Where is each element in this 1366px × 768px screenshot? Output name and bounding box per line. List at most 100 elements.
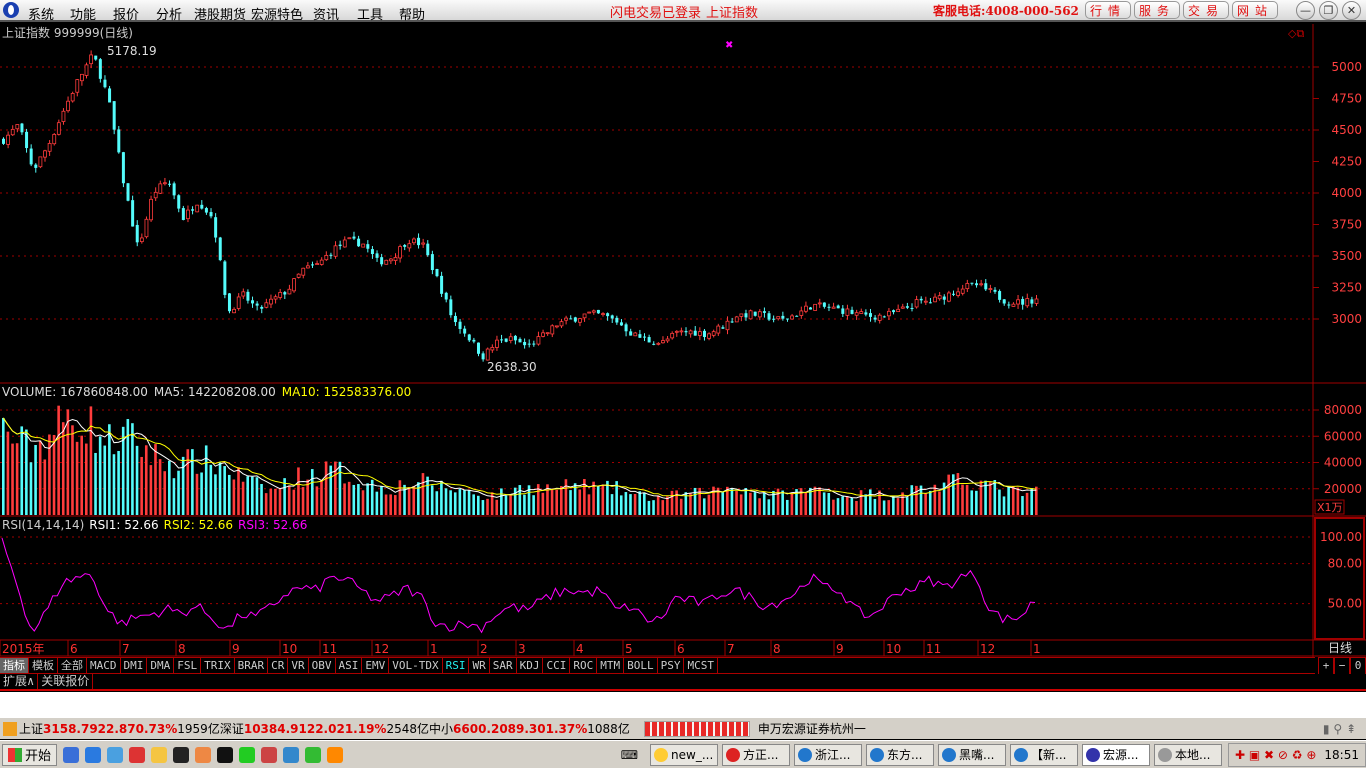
tab-dma[interactable]: DMA: [147, 658, 175, 673]
keyboard-icon[interactable]: ⌨: [621, 748, 638, 762]
top-button-3[interactable]: 网站: [1232, 1, 1279, 19]
date-tick-label: 2015年: [2, 642, 45, 656]
tab-mtm[interactable]: MTM: [597, 658, 625, 673]
tab-trix[interactable]: TRIX: [201, 658, 235, 673]
tab-fsl[interactable]: FSL: [174, 658, 202, 673]
ext-tab-1[interactable]: 关联报价: [38, 674, 94, 689]
candle-body: [877, 314, 882, 321]
task-button-5[interactable]: 【新...: [1010, 743, 1079, 766]
tab-cr[interactable]: CR: [268, 658, 289, 673]
task-button-2[interactable]: 浙江...: [794, 743, 863, 766]
candle-body: [52, 134, 57, 145]
task-button-6[interactable]: 宏源...: [1082, 743, 1151, 766]
tab-cci[interactable]: CCI: [543, 658, 571, 673]
candle-body: [615, 317, 619, 323]
zoom-button-0[interactable]: +: [1318, 657, 1334, 674]
tab-obv[interactable]: OBV: [309, 658, 336, 673]
quicklaunch-icon-0[interactable]: [63, 746, 80, 763]
date-tick-label: 6: [70, 642, 78, 656]
tray-icons[interactable]: ✚ ▣ ✖ ⊘ ♻ ⊕: [1235, 748, 1316, 762]
tab-kdj[interactable]: KDJ: [517, 658, 544, 673]
tab-wr[interactable]: WR: [469, 658, 490, 673]
candle-body: [296, 273, 301, 278]
quicklaunch-icon-2[interactable]: [107, 746, 124, 763]
stock-chart[interactable]: 5000 4750 4500 4250 4000 3750 3500 3250 3000 8000…: [0, 24, 1366, 657]
volume-tick-label: 60000: [1324, 429, 1362, 443]
top-button-1[interactable]: 服务: [1134, 1, 1181, 19]
quicklaunch-icon-3[interactable]: [129, 746, 146, 763]
menu-5[interactable]: 宏源特色: [251, 4, 303, 23]
menu-0[interactable]: 系统: [28, 4, 54, 23]
quicklaunch-icon-11[interactable]: [305, 746, 322, 763]
menu-8[interactable]: 帮助: [399, 4, 425, 23]
close-button[interactable]: ✕: [1342, 1, 1361, 20]
tab-vr[interactable]: VR: [288, 658, 309, 673]
volume-bar: [204, 445, 208, 515]
volume-bar: [412, 486, 416, 515]
candle-body: [1016, 299, 1020, 305]
menu-6[interactable]: 资讯: [313, 4, 339, 23]
candle-body: [472, 339, 476, 342]
tab-指标[interactable]: 指标: [0, 658, 29, 673]
volume-bar: [638, 491, 642, 515]
chart-control-icons[interactable]: ◇⧉: [1288, 27, 1304, 40]
menu-2[interactable]: 报价: [113, 4, 139, 23]
tab-sar[interactable]: SAR: [490, 658, 517, 673]
menu-1[interactable]: 功能: [70, 4, 96, 23]
task-button-0[interactable]: new_...: [650, 743, 719, 766]
tab-vol-tdx[interactable]: VOL-TDX: [389, 658, 443, 673]
restore-button[interactable]: ❐: [1319, 1, 1338, 20]
menu-7[interactable]: 工具: [357, 4, 383, 23]
start-button[interactable]: 开始: [2, 743, 58, 766]
sz-value: 10384.9: [243, 721, 299, 736]
tab-emv[interactable]: EMV: [362, 658, 390, 673]
tab-mcst[interactable]: MCST: [684, 658, 718, 673]
candle-body: [338, 244, 342, 246]
menu-4[interactable]: 港股期货: [194, 4, 246, 23]
rsi-line: [1, 537, 1036, 634]
task-button-7[interactable]: 本地...: [1154, 743, 1223, 766]
quicklaunch-icon-9[interactable]: [261, 746, 278, 763]
quicklaunch-icon-6[interactable]: [195, 746, 212, 763]
tab-boll[interactable]: BOLL: [624, 658, 658, 673]
zoom-button-2[interactable]: 0: [1350, 657, 1366, 674]
top-button-0[interactable]: 行情: [1085, 1, 1132, 19]
top-button-2[interactable]: 交易: [1183, 1, 1230, 19]
tab-roc[interactable]: ROC: [570, 658, 598, 673]
app-logo-icon[interactable]: [3, 2, 19, 18]
candle-body: [407, 243, 412, 249]
candle-body: [388, 258, 393, 262]
quicklaunch-icon-5[interactable]: [173, 746, 190, 763]
volume-bar: [38, 440, 42, 515]
tab-brar[interactable]: BRAR: [235, 658, 269, 673]
quicklaunch-icon-10[interactable]: [283, 746, 300, 763]
signal-icon: ▮ ⚲ ⇞: [1322, 721, 1356, 736]
volume-bar: [707, 494, 711, 515]
quicklaunch-icon-12[interactable]: [327, 746, 344, 763]
tab-模板[interactable]: 模板: [29, 658, 58, 673]
volume-bar: [518, 485, 522, 515]
zoom-button-1[interactable]: −: [1334, 657, 1350, 674]
volume-bar: [578, 489, 582, 515]
task-button-4[interactable]: 黑嘴...: [938, 743, 1007, 766]
volume-bar: [896, 498, 900, 515]
tab-macd[interactable]: MACD: [87, 658, 121, 673]
menu-3[interactable]: 分析: [156, 4, 182, 23]
quicklaunch-icon-8[interactable]: [239, 746, 256, 763]
task-button-3[interactable]: 东方...: [866, 743, 935, 766]
tab-asi[interactable]: ASI: [336, 658, 363, 673]
quicklaunch-icon-7[interactable]: [217, 746, 234, 763]
quicklaunch-icon-4[interactable]: [151, 746, 168, 763]
volume-bar: [702, 498, 706, 515]
tab-全部[interactable]: 全部: [58, 658, 87, 673]
tab-psy[interactable]: PSY: [658, 658, 685, 673]
candle-body: [610, 315, 614, 319]
tab-rsi[interactable]: RSI: [443, 658, 470, 673]
task-button-1[interactable]: 方正...: [722, 743, 791, 766]
candle-body: [370, 249, 374, 255]
quicklaunch-icon-1[interactable]: [85, 746, 102, 763]
tab-dmi[interactable]: DMI: [121, 658, 148, 673]
ext-tab-0[interactable]: 扩展∧: [0, 674, 39, 689]
minimize-button[interactable]: —: [1296, 1, 1315, 20]
candle-body: [624, 324, 628, 332]
